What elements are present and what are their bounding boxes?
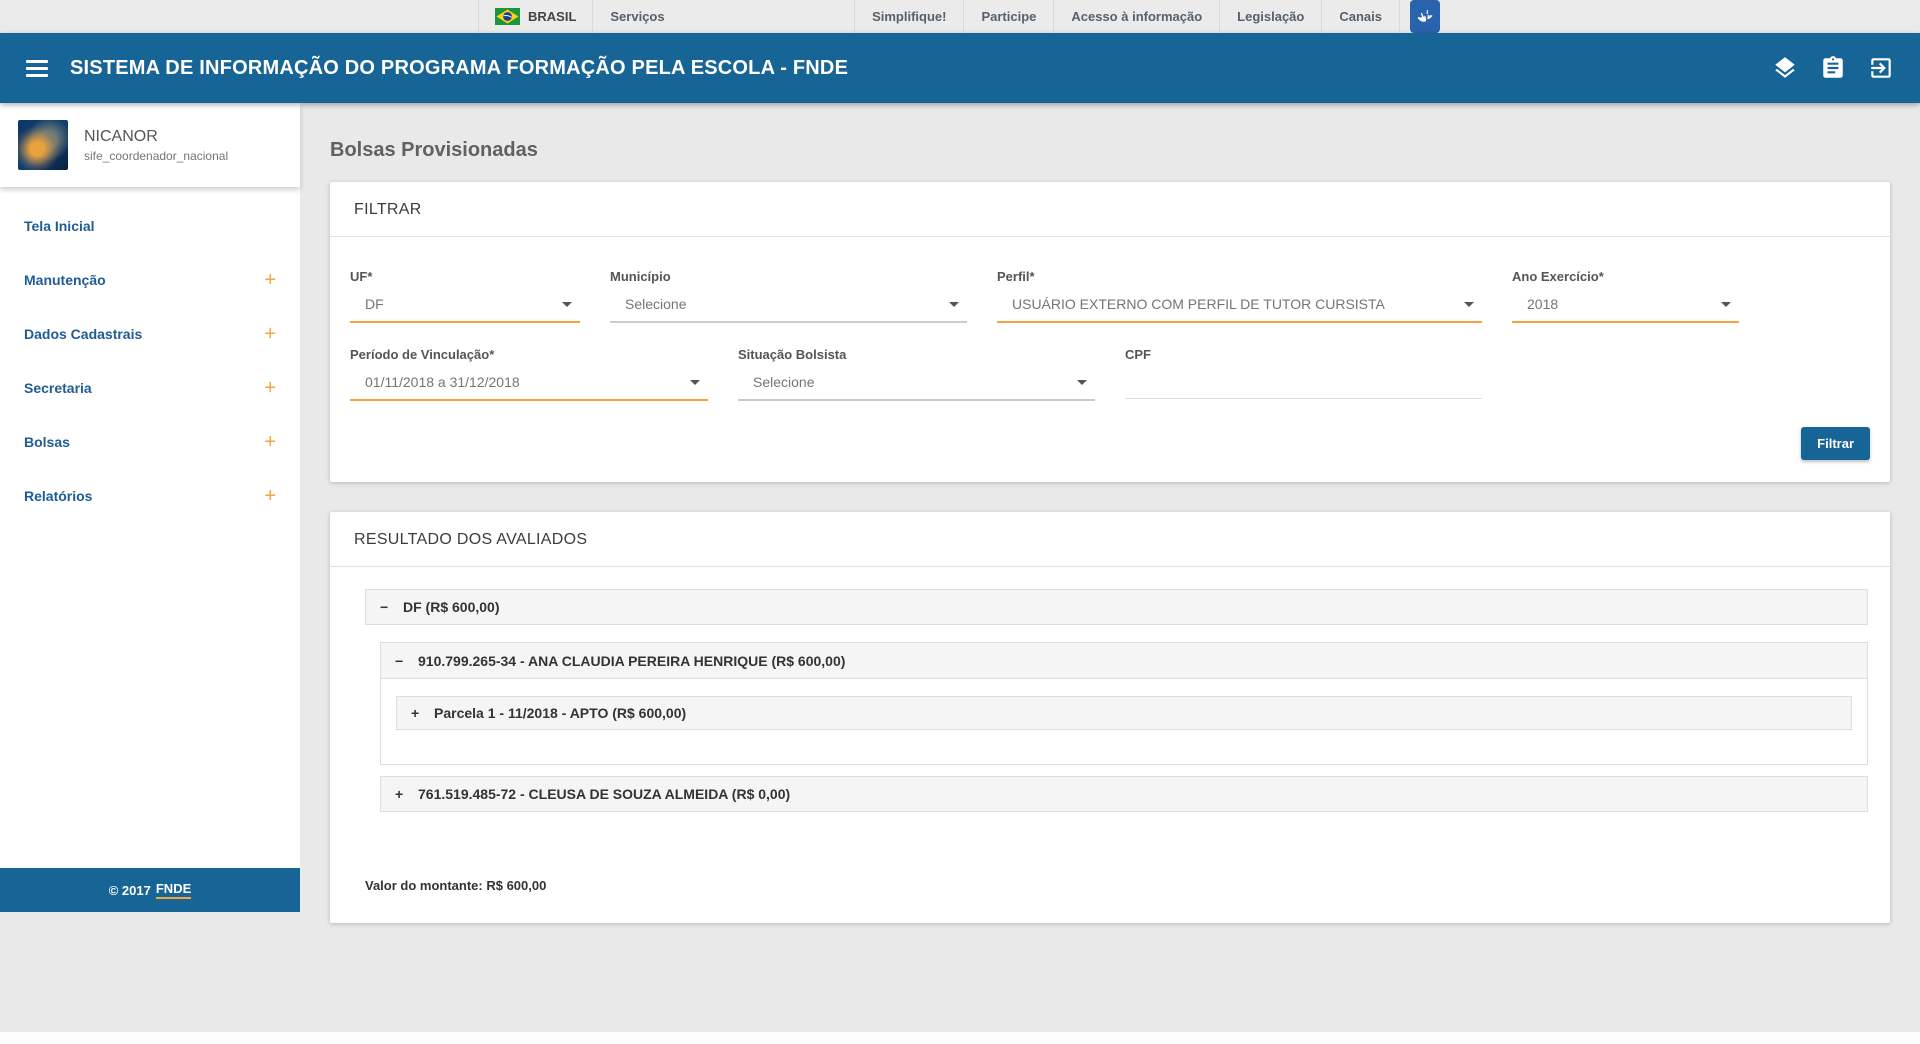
fnde-link[interactable]: FNDE: [155, 881, 192, 899]
filter-card-title: FILTRAR: [354, 201, 422, 218]
periodo-select[interactable]: 01/11/2018 a 31/12/2018: [350, 374, 708, 401]
field-cpf: CPF: [1125, 347, 1482, 401]
expand-plus-icon: +: [264, 377, 276, 399]
sidebar: NICANOR sife_coordenador_nacional Tela I…: [0, 103, 300, 912]
user-avatar: [18, 120, 68, 170]
sidebar-item-secretaria[interactable]: Secretaria +: [0, 361, 300, 415]
chevron-down-icon: [1077, 379, 1087, 385]
gov-link-participe[interactable]: Participe: [963, 0, 1053, 33]
tree-node-uf-label: DF (R$ 600,00): [403, 599, 500, 615]
perfil-select[interactable]: USUÁRIO EXTERNO COM PERFIL DE TUTOR CURS…: [997, 296, 1482, 323]
tree-group-person1: − 910.799.265-34 - ANA CLAUDIA PEREIRA H…: [380, 642, 1868, 765]
expand-plus-icon: +: [264, 485, 276, 507]
field-perfil: Perfil* USUÁRIO EXTERNO COM PERFIL DE TU…: [997, 269, 1482, 323]
tree-node-person1-label: 910.799.265-34 - ANA CLAUDIA PEREIRA HEN…: [418, 652, 846, 669]
results-card: RESULTADO DOS AVALIADOS − DF (R$ 600,00)…: [330, 512, 1890, 923]
main-content: Bolsas Provisionadas FILTRAR UF* DF Muni…: [300, 103, 1920, 1044]
expand-plus-icon: +: [264, 269, 276, 291]
ano-exercicio-select[interactable]: 2018: [1512, 296, 1739, 323]
app-header: SISTEMA DE INFORMAÇÃO DO PROGRAMA FORMAÇ…: [0, 33, 1920, 103]
user-name: NICANOR: [84, 127, 158, 145]
chevron-down-icon: [1464, 301, 1474, 307]
tree-node-person2[interactable]: + 761.519.485-72 - CLEUSA DE SOUZA ALMEI…: [380, 776, 1868, 812]
collapse-icon[interactable]: −: [380, 599, 394, 615]
filter-card: FILTRAR UF* DF Município Selecione Perfi…: [330, 182, 1890, 482]
results-tree: − DF (R$ 600,00) − 910.799.265-34 - ANA …: [330, 567, 1890, 923]
total-amount-text: Valor do montante: R$ 600,00: [365, 878, 547, 893]
tree-node-parcela[interactable]: + Parcela 1 - 11/2018 - APTO (R$ 600,00): [396, 696, 1852, 730]
chevron-down-icon: [690, 379, 700, 385]
expand-plus-icon: +: [264, 431, 276, 453]
field-municipio: Município Selecione: [610, 269, 967, 323]
sidebar-footer: © 2017 FNDE: [0, 868, 300, 912]
cpf-input[interactable]: [1125, 374, 1482, 399]
page-title: Bolsas Provisionadas: [330, 139, 538, 161]
results-card-title: RESULTADO DOS AVALIADOS: [354, 531, 588, 548]
uf-label: UF*: [350, 269, 373, 284]
collapse-icon[interactable]: −: [395, 653, 409, 669]
chevron-down-icon: [562, 301, 572, 307]
field-periodo-vinculacao: Período de Vinculação* 01/11/2018 a 31/1…: [350, 347, 708, 401]
hamburger-menu-icon[interactable]: [26, 59, 48, 77]
expand-icon[interactable]: +: [411, 705, 425, 721]
tree-node-uf[interactable]: − DF (R$ 600,00): [365, 589, 1868, 625]
field-situacao-bolsista: Situação Bolsista Selecione: [738, 347, 1095, 401]
uf-select[interactable]: DF: [350, 296, 580, 323]
situacao-select[interactable]: Selecione: [738, 374, 1095, 401]
gov-link-legislacao[interactable]: Legislação: [1219, 0, 1321, 33]
expand-icon[interactable]: +: [395, 786, 409, 802]
sidebar-item-tela-inicial[interactable]: Tela Inicial: [0, 199, 300, 253]
chevron-down-icon: [949, 301, 959, 307]
layers-icon[interactable]: [1772, 55, 1798, 81]
app-title: SISTEMA DE INFORMAÇÃO DO PROGRAMA FORMAÇ…: [70, 56, 849, 79]
gov-link-canais[interactable]: Canais: [1321, 0, 1400, 33]
sidebar-item-manutencao[interactable]: Manutenção +: [0, 253, 300, 307]
sidebar-item-dados-cadastrais[interactable]: Dados Cadastrais +: [0, 307, 300, 361]
vlibras-hands-icon[interactable]: [1410, 0, 1440, 33]
field-ano-exercicio: Ano Exercício* 2018: [1512, 269, 1739, 323]
cpf-label: CPF: [1125, 347, 1151, 362]
gov-link-simplifique[interactable]: Simplifique!: [854, 0, 963, 33]
logout-icon[interactable]: [1868, 55, 1894, 81]
user-role: sife_coordenador_nacional: [84, 148, 229, 163]
expand-plus-icon: +: [264, 323, 276, 345]
brasil-label: BRASIL: [528, 9, 577, 24]
gov-link-acesso-informacao[interactable]: Acesso à informação: [1053, 0, 1219, 33]
ano-exercicio-label: Ano Exercício*: [1512, 269, 1604, 284]
filtrar-button[interactable]: Filtrar: [1801, 427, 1870, 460]
tree-node-parcela-label: Parcela 1 - 11/2018 - APTO (R$ 600,00): [434, 705, 687, 721]
sidebar-item-relatorios[interactable]: Relatórios +: [0, 469, 300, 523]
bottom-strip: [0, 1032, 1920, 1044]
perfil-label: Perfil*: [997, 269, 1035, 284]
municipio-select[interactable]: Selecione: [610, 296, 967, 323]
gov-link-servicos[interactable]: Serviços: [592, 0, 681, 33]
brazil-flag-icon: [495, 8, 520, 25]
sidebar-menu: Tela Inicial Manutenção + Dados Cadastra…: [0, 187, 300, 523]
municipio-label: Município: [610, 269, 671, 284]
user-card: NICANOR sife_coordenador_nacional: [0, 103, 300, 187]
brasil-brand[interactable]: BRASIL: [478, 0, 592, 33]
tree-node-person1[interactable]: − 910.799.265-34 - ANA CLAUDIA PEREIRA H…: [381, 643, 1867, 679]
field-uf: UF* DF: [350, 269, 580, 323]
copyright-text: © 2017: [108, 882, 151, 898]
tree-node-person2-label: 761.519.485-72 - CLEUSA DE SOUZA ALMEIDA…: [418, 786, 791, 802]
clipboard-icon[interactable]: [1820, 55, 1846, 81]
chevron-down-icon: [1721, 301, 1731, 307]
periodo-label: Período de Vinculação*: [350, 347, 495, 362]
sidebar-item-bolsas[interactable]: Bolsas +: [0, 415, 300, 469]
gov-top-bar: BRASIL Serviços Simplifique! Participe A…: [0, 0, 1920, 33]
situacao-label: Situação Bolsista: [738, 347, 847, 362]
